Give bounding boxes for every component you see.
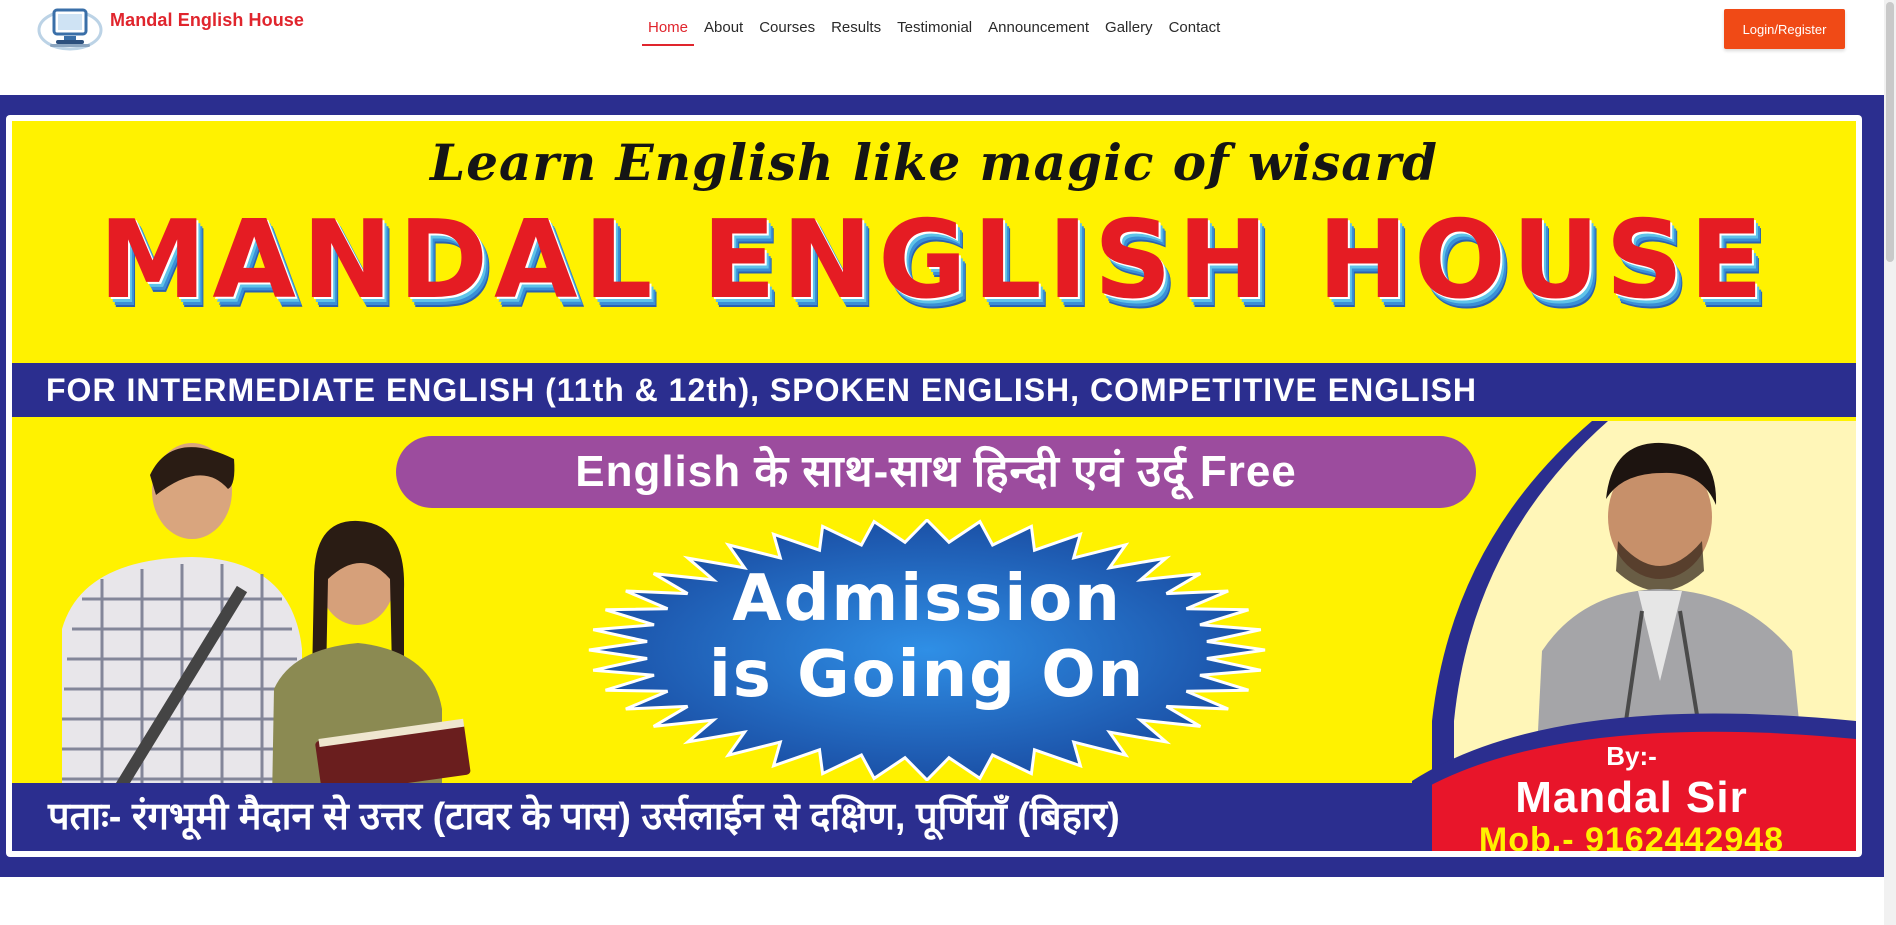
banner-subtitle: FOR INTERMEDIATE ENGLISH (11th & 12th), …: [12, 363, 1856, 417]
banner-tagline: Learn English like magic of wisard: [430, 133, 1438, 192]
admission-line-1: Admission: [732, 562, 1122, 636]
nav-item-courses[interactable]: Courses: [751, 14, 823, 46]
admission-starburst: Admission is Going On: [582, 519, 1272, 781]
students-illustration: [22, 429, 472, 805]
teacher-mobile: Mob.- 9162442948: [1478, 821, 1785, 851]
brand-name: Mandal English House: [110, 10, 305, 30]
nav-item-testimonial[interactable]: Testimonial: [889, 14, 980, 46]
banner-image: Learn English like magic of wisard MANDA…: [12, 121, 1856, 851]
vertical-scrollbar[interactable]: [1884, 0, 1896, 925]
nav-item-contact[interactable]: Contact: [1161, 14, 1229, 46]
nav-item-results[interactable]: Results: [823, 14, 889, 46]
main-nav: Home About Courses Results Testimonial A…: [640, 14, 1228, 48]
address-bar: पताः- रंगभूमी मैदान से उत्तर (टावर के पा…: [12, 783, 1432, 851]
admission-line-2: is Going On: [708, 638, 1146, 712]
nav-item-about[interactable]: About: [696, 14, 751, 46]
by-label: By:-: [1606, 741, 1657, 771]
login-register-button[interactable]: Login/Register: [1724, 9, 1845, 49]
hero-banner: Learn English like magic of wisard MANDA…: [0, 95, 1884, 877]
teacher-name: Mandal Sir: [1515, 773, 1748, 822]
nav-item-announcement[interactable]: Announcement: [980, 14, 1097, 46]
banner-title: MANDAL ENGLISH HOUSE: [98, 198, 1770, 323]
nav-item-home[interactable]: Home: [640, 14, 696, 46]
nav-item-gallery[interactable]: Gallery: [1097, 14, 1161, 46]
admission-text: Admission is Going On: [582, 561, 1272, 713]
teacher-contact: By:- Mandal Sir Mob.- 9162442948: [1407, 733, 1856, 851]
computer-monitor-logo-icon: [36, 4, 104, 52]
free-languages-pill: English के साथ-साथ हिन्दी एवं उर्दू Free: [396, 436, 1476, 508]
banner-frame: Learn English like magic of wisard MANDA…: [6, 115, 1862, 857]
scrollbar-thumb[interactable]: [1886, 2, 1894, 262]
page-below-banner: [0, 877, 1884, 925]
top-navbar: Mandal English House Home About Courses …: [0, 0, 1896, 62]
